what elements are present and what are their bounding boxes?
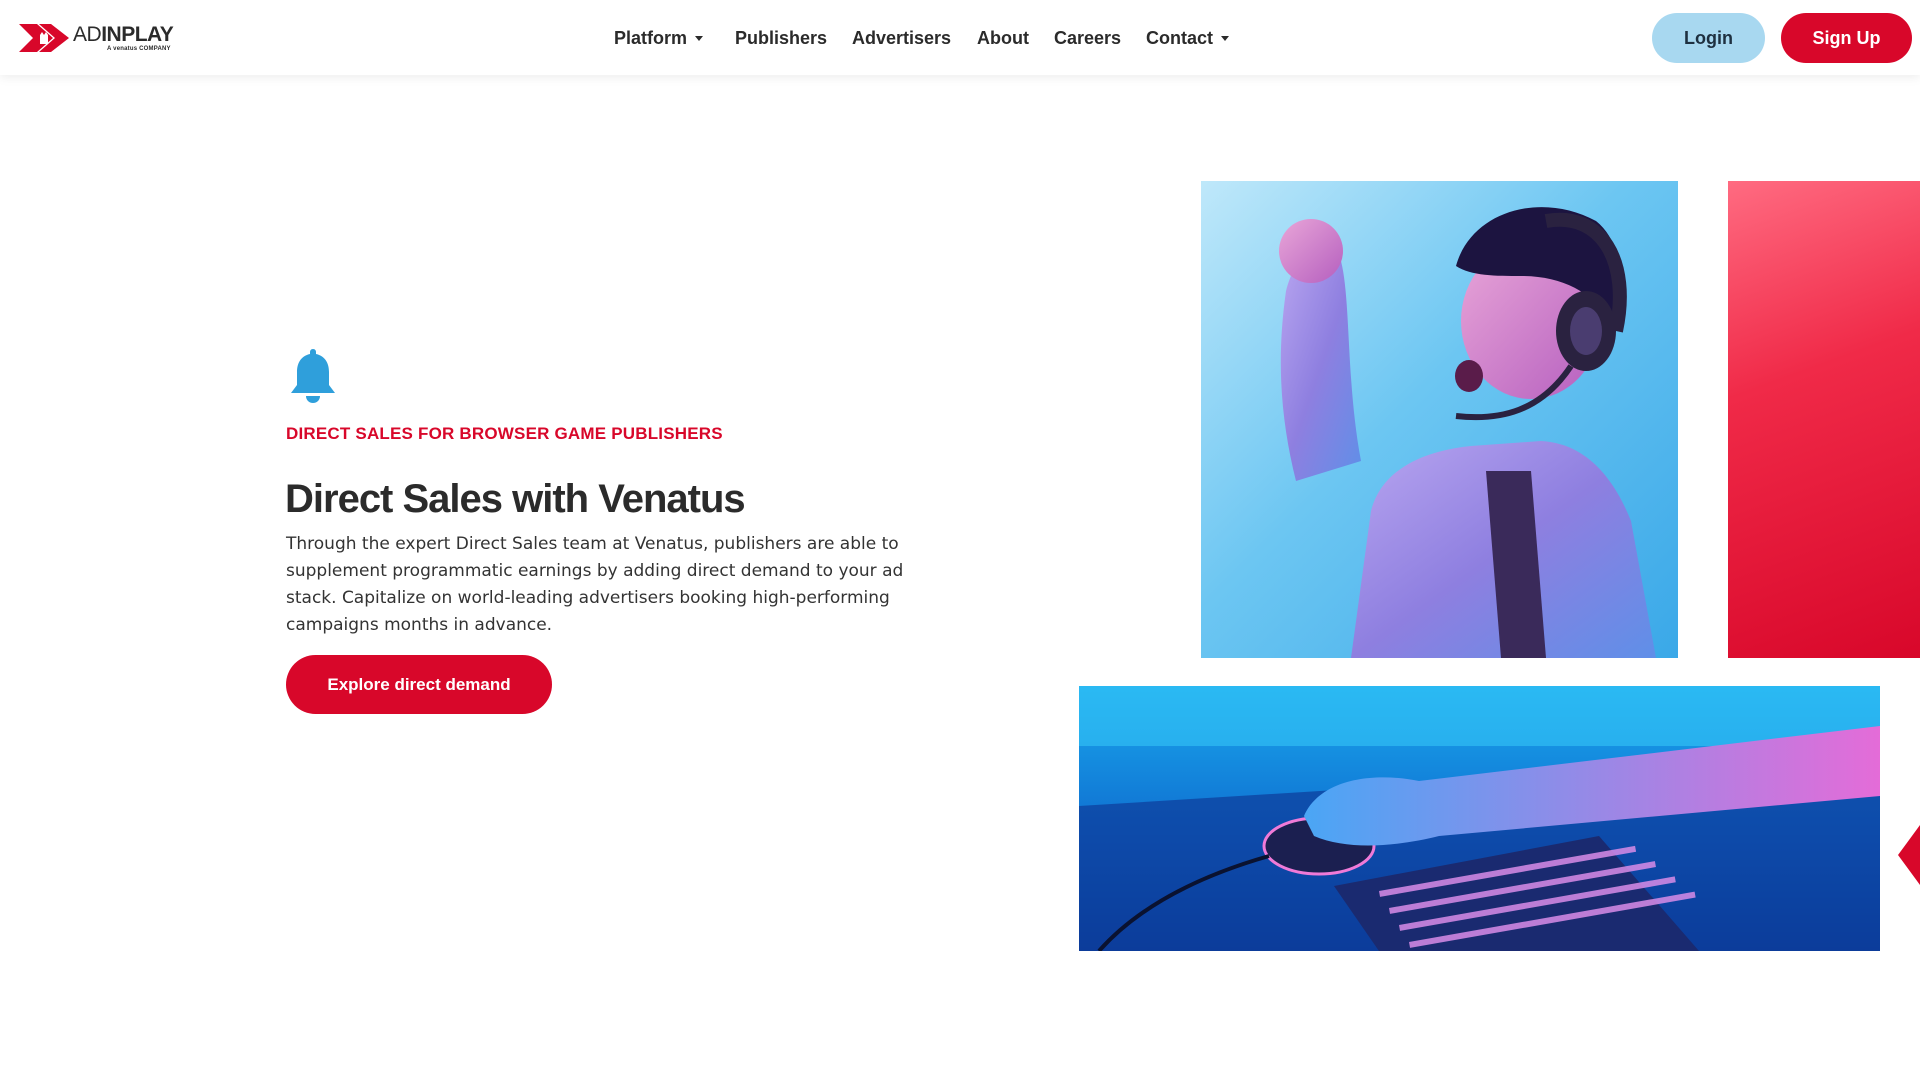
- nav-item-label: Contact: [1146, 28, 1213, 48]
- chevron-down-icon: [1221, 35, 1229, 41]
- logo-ad-text: AD: [73, 23, 102, 46]
- nav-item-contact[interactable]: Contact: [1146, 26, 1229, 50]
- logo-inplay-text: INPLAY: [101, 23, 174, 46]
- keyboard-and-mouse-photo: [1079, 686, 1880, 951]
- gamer-with-headset-photo: [1201, 181, 1678, 658]
- site-header: ADINPLAY A venatus COMPANY Platform Publ…: [0, 0, 1920, 75]
- logo-tagline: A venatus COMPANY: [107, 46, 171, 52]
- carousel-next-arrow-icon[interactable]: [1898, 825, 1920, 885]
- page-title: Direct Sales with Venatus: [285, 477, 746, 521]
- explore-direct-demand-button[interactable]: Explore direct demand: [286, 655, 552, 714]
- nav-item-advertisers[interactable]: Advertisers: [852, 26, 951, 50]
- nav-item-label: Careers: [1054, 28, 1122, 48]
- nav-item-platform[interactable]: Platform: [614, 26, 704, 50]
- adinplay-logo[interactable]: ADINPLAY A venatus COMPANY: [19, 22, 185, 54]
- nav-item-careers[interactable]: Careers: [1054, 26, 1121, 50]
- hero-eyebrow: DIRECT SALES FOR BROWSER GAME PUBLISHERS: [286, 424, 723, 443]
- nav-item-label: Advertisers: [852, 28, 952, 48]
- logo-wordmark: ADINPLAY: [73, 22, 174, 48]
- nav-item-label: Publishers: [735, 28, 828, 48]
- nav-item-label: About: [977, 28, 1029, 48]
- nav-item-about[interactable]: About: [977, 26, 1029, 50]
- hero-description: Through the expert Direct Sales team at …: [286, 534, 904, 635]
- nav-item-label: Platform: [614, 28, 688, 48]
- adinplay-logo-mark-icon: [19, 24, 69, 52]
- gamer-illustration: [1279, 207, 1656, 658]
- red-panel: [1728, 181, 1920, 658]
- login-button[interactable]: Login: [1652, 13, 1765, 63]
- signup-button[interactable]: Sign Up: [1781, 13, 1912, 63]
- chevron-down-icon: [695, 35, 704, 41]
- bell-icon: [291, 349, 335, 403]
- nav-item-publishers[interactable]: Publishers: [735, 26, 827, 50]
- keyboard-illustration: [1079, 686, 1880, 951]
